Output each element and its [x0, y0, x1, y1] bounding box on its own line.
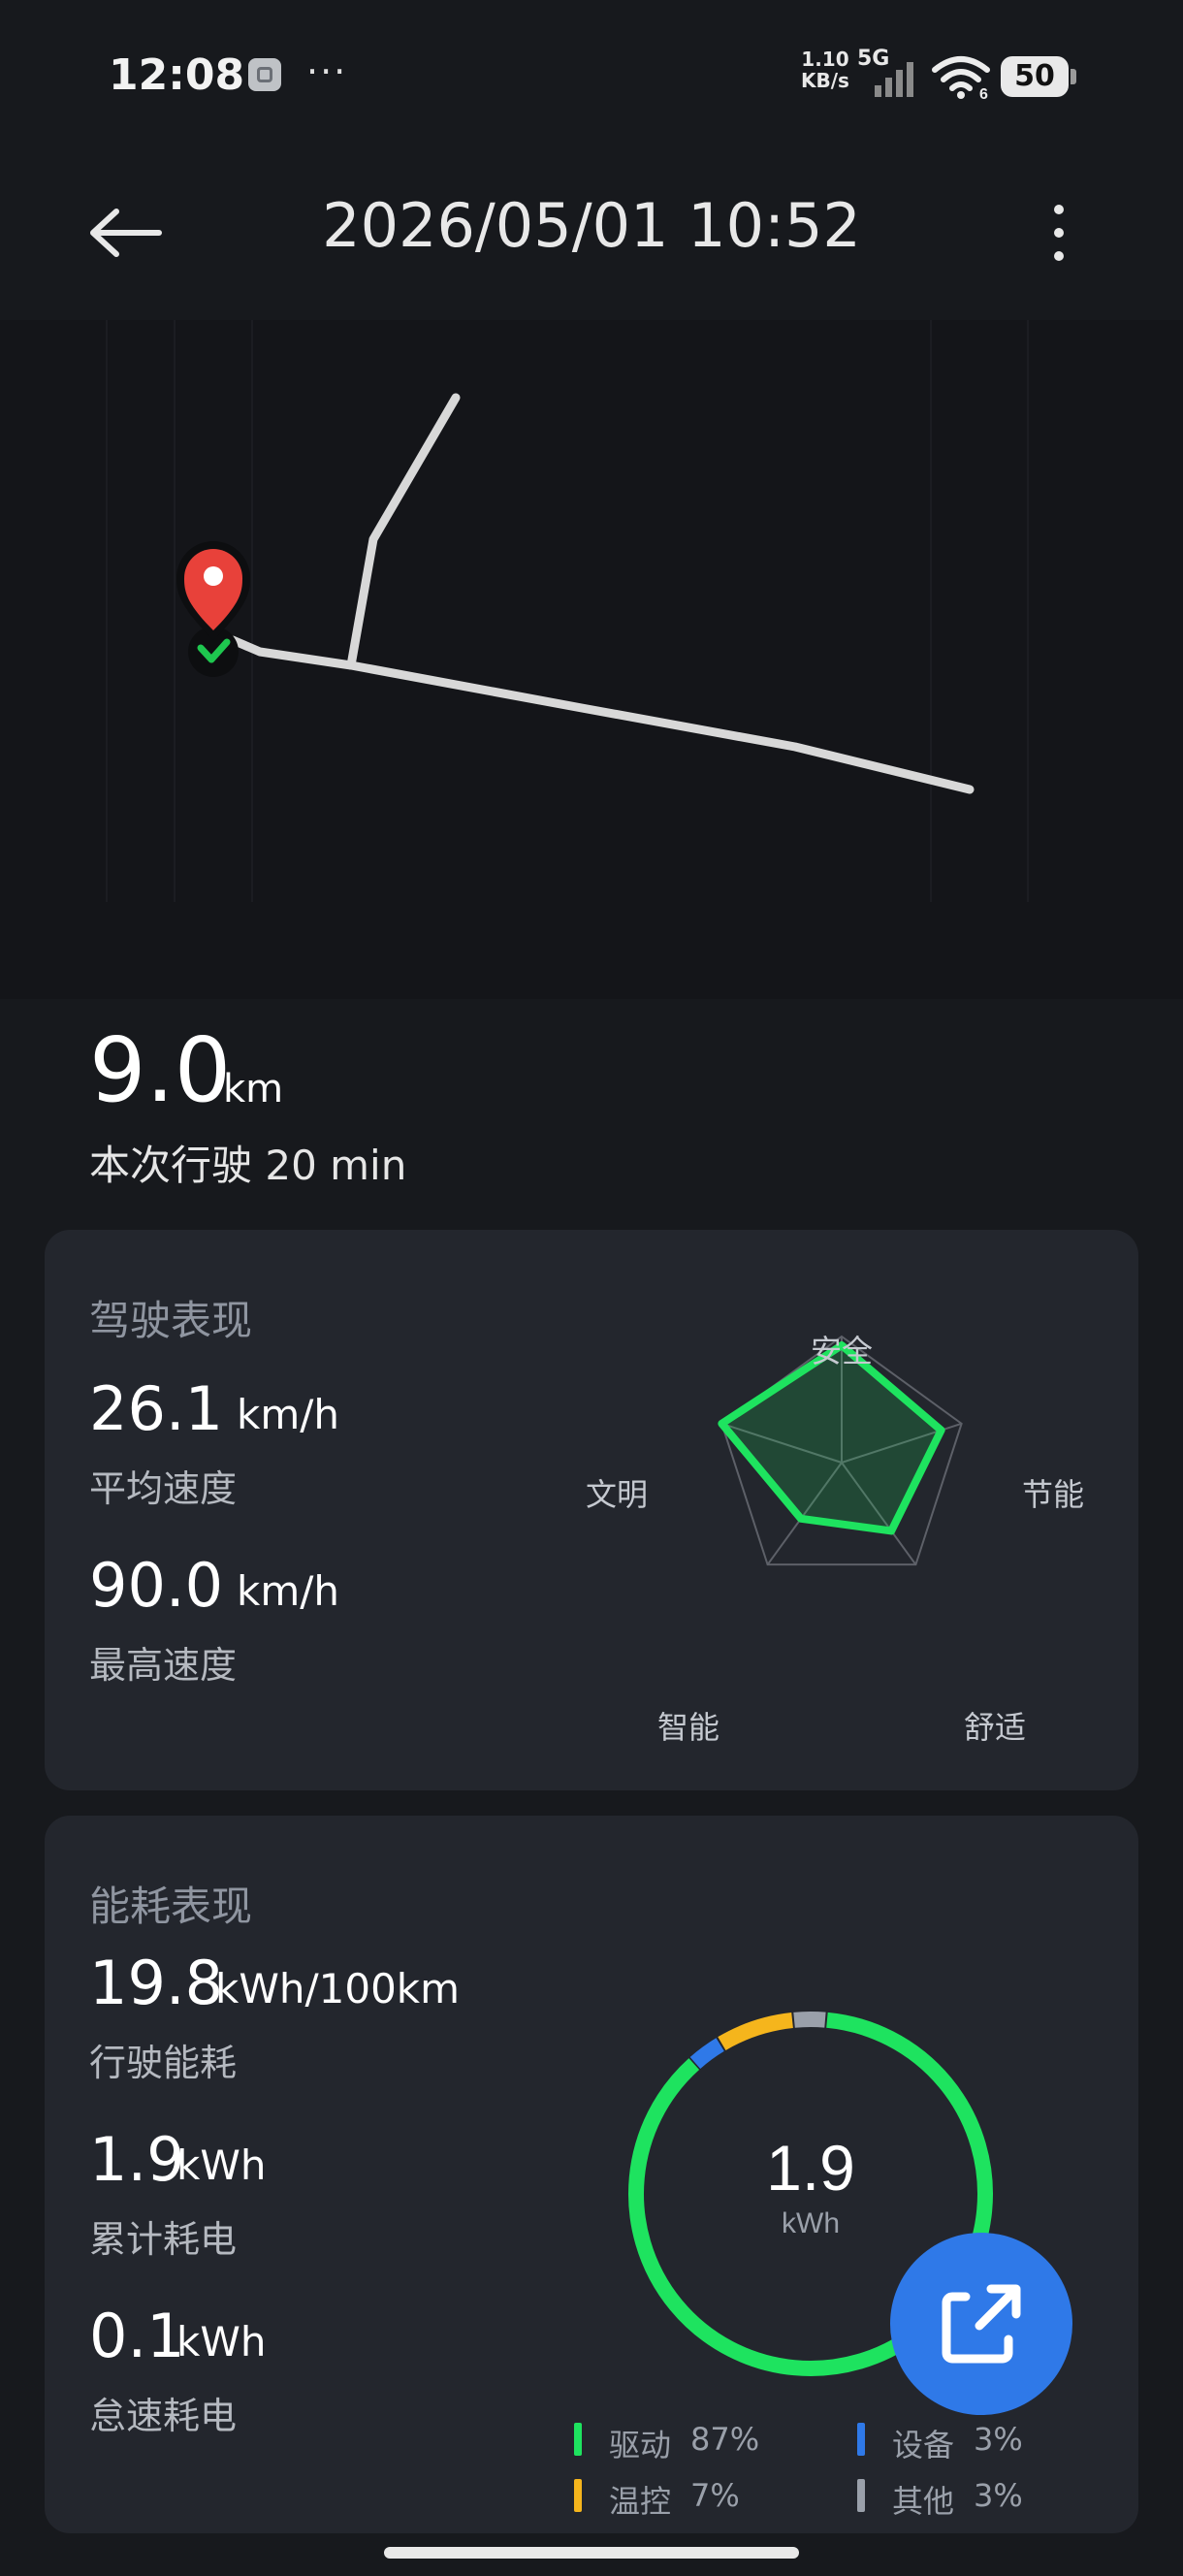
total-energy-label: 累计耗电 [89, 2218, 238, 2261]
legend-drive-pct: 87% [690, 2421, 760, 2458]
signal-icon [875, 62, 913, 97]
driving-performance-card[interactable]: 驾驶表现 26.1 km/h 平均速度 90.0 km/h 最高速度 安全 节能… [45, 1230, 1138, 1790]
trip-distance-value: 9.0 [89, 1018, 232, 1122]
radar-label-smart: 智能 [657, 1710, 719, 1745]
legend-device-pct: 3% [974, 2421, 1023, 2458]
legend-climate-pct: 7% [690, 2477, 740, 2514]
radar-label-civility: 文明 [586, 1477, 648, 1512]
legend-climate-name: 温控 [609, 2483, 672, 2520]
trip-distance-unit: km [223, 1067, 284, 1111]
page-title: 2026/05/01 10:52 [322, 190, 861, 261]
route-map[interactable] [0, 320, 1183, 999]
max-speed-unit: km/h [237, 1567, 340, 1615]
avg-speed-unit: km/h [237, 1391, 340, 1438]
legend-device-name: 设备 [892, 2427, 955, 2463]
donut-center-value: 1.9 [766, 2132, 855, 2204]
consumption-unit: kWh/100km [215, 1965, 461, 2012]
net-speed-value: 1.10 [801, 48, 849, 71]
idle-energy-label: 怠速耗电 [89, 2395, 238, 2437]
driving-radar-chart: 安全 节能 舒适 智能 文明 [586, 1334, 1084, 1745]
status-time: 12:08 [109, 50, 245, 100]
avg-speed-value: 26.1 [89, 1373, 224, 1444]
radar-label-economy: 节能 [1022, 1477, 1084, 1512]
legend-swatch-device [857, 2423, 865, 2456]
battery-indicator: 50 [1001, 56, 1076, 97]
svg-text:6: 6 [979, 86, 988, 99]
donut-center-unit: kWh [782, 2207, 840, 2239]
radar-score-polygon [718, 1341, 945, 1535]
notification-app-icon [248, 58, 281, 91]
legend-swatch-other [857, 2479, 865, 2512]
idle-energy-unit: kWh [176, 2318, 267, 2366]
legend-swatch-drive [574, 2423, 582, 2456]
share-out-icon [942, 2284, 1021, 2364]
start-end-marker-icon [176, 541, 250, 677]
total-energy-value: 1.9 [89, 2124, 185, 2195]
legend-other-pct: 3% [974, 2477, 1023, 2514]
share-button[interactable] [890, 2233, 1072, 2415]
driving-card-title: 驾驶表现 [89, 1297, 253, 1344]
route-branch [346, 393, 461, 670]
wifi-icon: 6 [932, 56, 990, 99]
energy-card-title: 能耗表现 [89, 1883, 253, 1930]
legend-drive-name: 驱动 [609, 2427, 672, 2463]
max-speed-value: 90.0 [89, 1550, 224, 1621]
more-options-icon[interactable] [1049, 202, 1069, 264]
max-speed-label: 最高速度 [89, 1644, 238, 1687]
route-path [228, 635, 975, 794]
radar-label-safety: 安全 [811, 1334, 873, 1368]
total-energy-unit: kWh [176, 2141, 267, 2189]
radar-label-comfort: 舒适 [964, 1710, 1026, 1745]
energy-performance-card[interactable]: 能耗表现 19.8 kWh/100km 行驶能耗 1.9 kWh 累计耗电 0.… [45, 1816, 1138, 2533]
net-speed-unit: KB/s [801, 69, 849, 92]
consumption-value: 19.8 [89, 1948, 224, 2018]
more-notifications-icon: ··· [306, 50, 348, 93]
trip-duration: 本次行驶 20 min [89, 1142, 407, 1189]
avg-speed-label: 平均速度 [89, 1467, 238, 1510]
home-indicator[interactable] [384, 2547, 799, 2559]
idle-energy-value: 0.1 [89, 2301, 185, 2371]
net-speed: 1.10 KB/s [801, 48, 849, 91]
consumption-label: 行驶能耗 [89, 2042, 238, 2084]
legend-swatch-climate [574, 2479, 582, 2512]
legend-other-name: 其他 [892, 2483, 955, 2520]
